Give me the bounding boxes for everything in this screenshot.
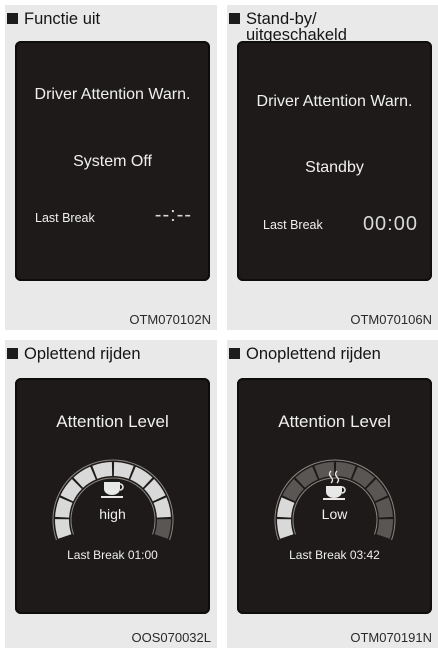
cluster-display: Attention Level high Last Break 01:00	[15, 378, 210, 614]
coffee-cup-icon	[101, 482, 124, 498]
cluster-display: Attention Level Low Last Break 03:42	[237, 378, 432, 614]
last-break-value: --:--	[154, 204, 192, 226]
gauge-segment	[376, 519, 393, 539]
screen-title: Driver Attention Warn.	[256, 93, 413, 110]
cluster-display: Driver Attention Warn. System Off Last B…	[15, 41, 210, 281]
last-break-label: Last Break	[263, 218, 323, 232]
panel-functie-uit: Functie uit Driver Attention Warn. Syste…	[5, 5, 217, 330]
heading-text: Stand-by/	[246, 10, 317, 28]
panel-standby: Stand-by/ uitgeschakeld Driver Attention…	[227, 5, 438, 330]
gauge-segment	[154, 519, 171, 539]
figure-code: OTM070191N	[350, 630, 432, 645]
square-bullet-icon	[7, 348, 18, 359]
square-bullet-icon	[229, 348, 240, 359]
gauge-segment	[277, 519, 294, 539]
panel-heading: Onoplettend rijden	[229, 346, 381, 362]
heading-text: Functie uit	[24, 10, 101, 28]
square-bullet-icon	[229, 13, 240, 24]
cluster-display: Driver Attention Warn. Standby Last Brea…	[237, 41, 432, 281]
figure-code: OTM070106N	[350, 312, 432, 327]
attention-gauge	[52, 459, 174, 540]
screen-title: Driver Attention Warn.	[34, 86, 191, 103]
gauge-segment	[92, 462, 113, 479]
gauge-segments	[52, 459, 174, 540]
attention-level-title: Attention Level	[56, 412, 169, 431]
panel-heading: Stand-by/ uitgeschakeld	[229, 11, 347, 43]
panel-oplettend-rijden: Oplettend rijden Attention Level high La…	[5, 340, 217, 648]
gauge-segment	[113, 462, 134, 479]
last-break-value: 00:00	[362, 213, 418, 235]
attention-level-value: Low	[321, 506, 348, 522]
square-bullet-icon	[7, 13, 18, 24]
heading-text: Oplettend rijden	[24, 345, 141, 363]
figure-code: OOS070032L	[131, 630, 211, 645]
last-break-label: Last Break	[35, 211, 95, 225]
attention-level-title: Attention Level	[278, 412, 391, 431]
system-status: System Off	[73, 153, 152, 170]
system-status: Standby	[305, 159, 364, 176]
gauge-segment	[335, 462, 356, 479]
heading-text: Onoplettend rijden	[246, 345, 381, 363]
panel-onoplettend-rijden: Onoplettend rijden Attention Level Low L…	[227, 340, 438, 648]
last-break: Last Break 01:00	[67, 548, 158, 562]
attention-gauge	[274, 459, 396, 540]
figure-code: OTM070102N	[129, 312, 211, 327]
gauge-segment	[55, 519, 72, 539]
attention-level-value: high	[99, 506, 126, 522]
last-break: Last Break 03:42	[289, 548, 380, 562]
panel-heading: Functie uit	[7, 11, 100, 27]
panel-heading: Oplettend rijden	[7, 346, 141, 362]
